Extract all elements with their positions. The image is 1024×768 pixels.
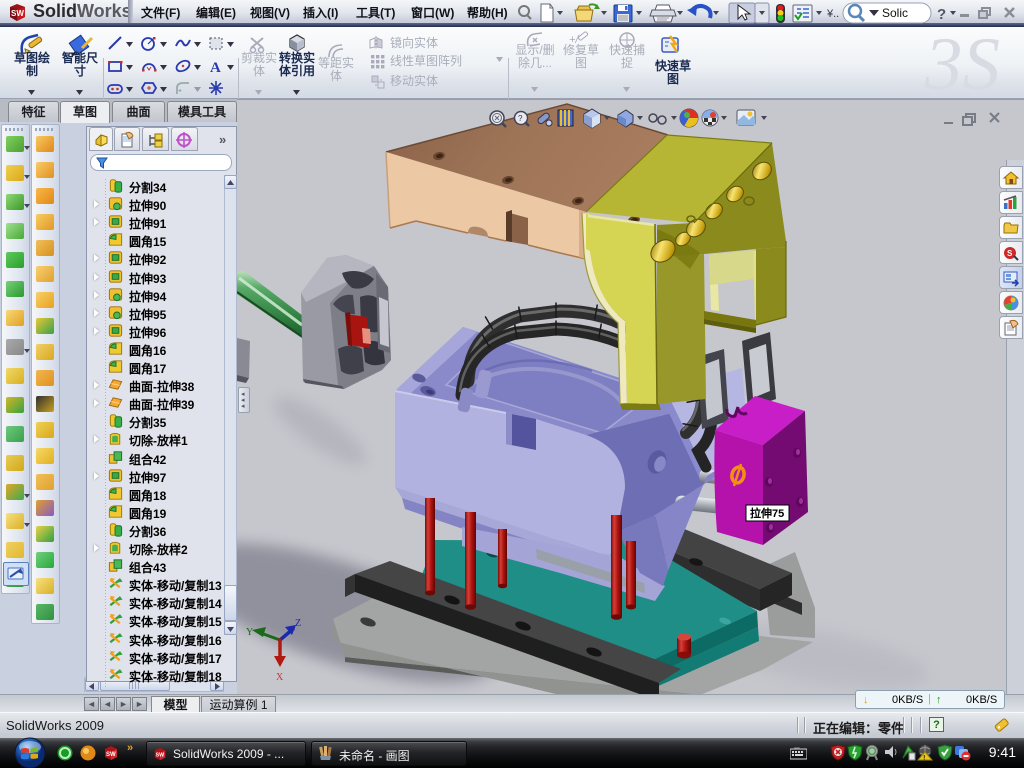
svg-text:X: X: [276, 672, 284, 683]
svg-text:拉伸75: 拉伸75: [750, 506, 784, 520]
svg-text:S: S: [1007, 249, 1013, 258]
svg-text:SW: SW: [106, 752, 116, 758]
svg-text:now: now: [794, 746, 800, 750]
svg-text:SW: SW: [11, 9, 24, 18]
svg-text:Y: Y: [246, 627, 253, 638]
svg-text:?: ?: [518, 114, 523, 123]
svg-text:Solic: Solic: [882, 6, 908, 20]
svg-text:A: A: [210, 60, 221, 75]
svg-text:Z: Z: [295, 618, 301, 629]
svg-text:?: ?: [937, 6, 946, 23]
svg-text:SW: SW: [156, 753, 165, 759]
svg-text:!: !: [923, 756, 925, 762]
svg-text:¥..: ¥..: [826, 8, 839, 20]
